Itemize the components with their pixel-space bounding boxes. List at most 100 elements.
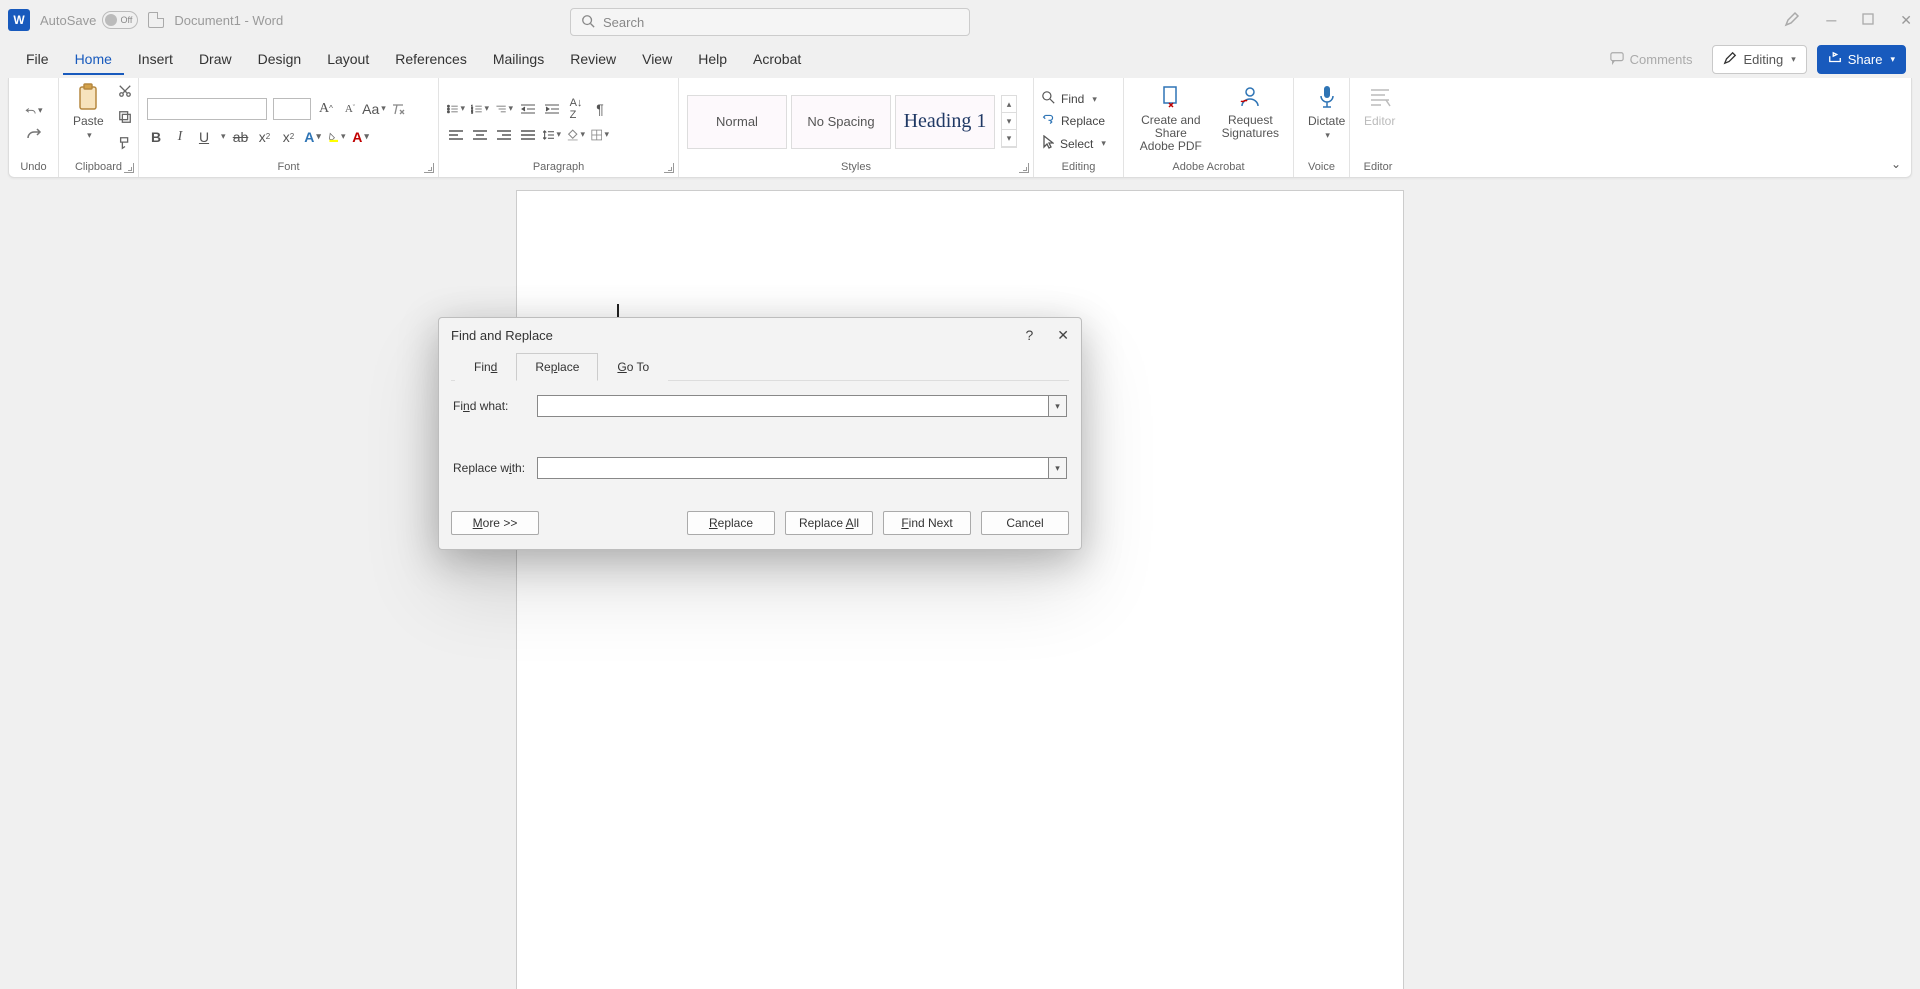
italic-button[interactable]: I <box>171 128 189 146</box>
replace-all-button[interactable]: Replace All <box>785 511 873 535</box>
dictate-button[interactable]: Dictate▾ <box>1302 82 1351 141</box>
styles-gallery-scroll[interactable]: ▴ ▾ ▾ <box>1001 95 1017 148</box>
maximize-button[interactable] <box>1862 12 1874 28</box>
shading-button[interactable]: ▾ <box>567 126 585 144</box>
group-label-paragraph: Paragraph <box>447 161 670 175</box>
font-name-combo[interactable] <box>147 98 267 120</box>
autosave-toggle[interactable]: AutoSave Off <box>40 11 138 29</box>
find-what-input[interactable] <box>537 395 1049 417</box>
comments-button[interactable]: Comments <box>1600 46 1703 73</box>
tab-references[interactable]: References <box>383 45 479 73</box>
save-icon[interactable] <box>148 12 164 28</box>
tab-file[interactable]: File <box>14 45 61 73</box>
scroll-up-icon[interactable]: ▴ <box>1002 96 1016 113</box>
group-label-font: Font <box>147 161 430 175</box>
find-what-dropdown[interactable]: ▾ <box>1049 395 1067 417</box>
select-button[interactable]: Select▾ <box>1042 135 1106 152</box>
scroll-down-icon[interactable]: ▾ <box>1002 113 1016 130</box>
dialog-help-button[interactable]: ? <box>1025 327 1033 344</box>
collapse-ribbon-button[interactable]: ⌄ <box>1891 157 1901 171</box>
multilevel-list-button[interactable]: ▾ <box>495 100 513 118</box>
dialog-close-button[interactable]: ✕ <box>1057 327 1069 344</box>
cancel-button[interactable]: Cancel <box>981 511 1069 535</box>
clear-formatting-button[interactable] <box>389 100 407 118</box>
styles-dialog-launcher[interactable] <box>1019 163 1029 173</box>
tab-layout[interactable]: Layout <box>315 45 381 73</box>
share-button[interactable]: Share ▾ <box>1817 45 1906 74</box>
group-paragraph: ▾ 123▾ ▾ A↓Z ¶ ▾ ▾ ▾ Paragraph <box>439 78 679 177</box>
style-heading1[interactable]: Heading 1 <box>895 95 995 149</box>
numbering-button[interactable]: 123▾ <box>471 100 489 118</box>
close-button[interactable]: ✕ <box>1900 12 1912 29</box>
text-effects-button[interactable]: A▾ <box>304 128 322 146</box>
group-label-clipboard: Clipboard <box>67 161 130 175</box>
increase-font-button[interactable]: A^ <box>317 100 335 118</box>
minimize-button[interactable]: ─ <box>1826 12 1836 28</box>
editing-mode-button[interactable]: Editing ▾ <box>1712 45 1806 74</box>
replace-with-input[interactable] <box>537 457 1049 479</box>
dialog-tab-replace[interactable]: Replace <box>516 353 598 381</box>
tab-help[interactable]: Help <box>686 45 739 73</box>
create-share-pdf-button[interactable]: Create and Share Adobe PDF <box>1132 82 1210 154</box>
borders-button[interactable]: ▾ <box>591 126 609 144</box>
show-marks-button[interactable]: ¶ <box>591 100 609 118</box>
page[interactable] <box>516 190 1404 989</box>
autosave-switch[interactable]: Off <box>102 11 138 29</box>
clipboard-dialog-launcher[interactable] <box>124 163 134 173</box>
group-label-editing: Editing <box>1042 161 1115 175</box>
bold-button[interactable]: B <box>147 128 165 146</box>
request-signatures-button[interactable]: Request Signatures <box>1216 82 1285 140</box>
align-right-button[interactable] <box>495 126 513 144</box>
subscript-button[interactable]: x2 <box>256 128 274 146</box>
decrease-font-button[interactable]: Aˇ <box>341 100 359 118</box>
highlight-button[interactable]: ▾ <box>328 128 346 146</box>
font-color-button[interactable]: A▾ <box>352 128 370 146</box>
tab-mailings[interactable]: Mailings <box>481 45 556 73</box>
tab-home[interactable]: Home <box>63 45 124 75</box>
editor-icon <box>1365 82 1395 112</box>
strikethrough-button[interactable]: ab <box>232 128 250 146</box>
editor-button[interactable]: Editor <box>1358 82 1401 128</box>
increase-indent-button[interactable] <box>543 100 561 118</box>
pen-icon[interactable] <box>1784 11 1800 30</box>
tab-review[interactable]: Review <box>558 45 628 73</box>
dialog-tab-goto[interactable]: Go To <box>598 353 668 381</box>
tab-design[interactable]: Design <box>246 45 314 73</box>
decrease-indent-button[interactable] <box>519 100 537 118</box>
replace-one-button[interactable]: Replace <box>687 511 775 535</box>
tab-acrobat[interactable]: Acrobat <box>741 45 813 73</box>
sort-button[interactable]: A↓Z <box>567 100 585 118</box>
align-center-button[interactable] <box>471 126 489 144</box>
underline-button[interactable]: U <box>195 128 213 146</box>
line-spacing-button[interactable]: ▾ <box>543 126 561 144</box>
find-button[interactable]: Find▾ <box>1042 91 1097 107</box>
paste-button[interactable]: Paste ▾ <box>67 82 110 141</box>
replace-button[interactable]: Replace <box>1042 113 1105 129</box>
justify-button[interactable] <box>519 126 537 144</box>
redo-button[interactable] <box>25 124 43 142</box>
copy-button[interactable] <box>116 108 134 126</box>
dialog-titlebar[interactable]: Find and Replace ? ✕ <box>439 318 1081 352</box>
paragraph-dialog-launcher[interactable] <box>664 163 674 173</box>
change-case-button[interactable]: Aa▾ <box>365 100 383 118</box>
style-normal[interactable]: Normal <box>687 95 787 149</box>
style-no-spacing[interactable]: No Spacing <box>791 95 891 149</box>
dialog-tab-find[interactable]: Find <box>455 353 516 381</box>
undo-button[interactable]: ▾ <box>25 102 43 120</box>
tab-insert[interactable]: Insert <box>126 45 185 73</box>
more-options-button[interactable]: More >> <box>451 511 539 535</box>
document-title: Document1 - Word <box>174 13 283 28</box>
font-size-combo[interactable] <box>273 98 311 120</box>
align-left-button[interactable] <box>447 126 465 144</box>
search-box[interactable]: Search <box>570 8 970 36</box>
tab-view[interactable]: View <box>630 45 684 73</box>
expand-gallery-icon[interactable]: ▾ <box>1002 130 1016 147</box>
cut-button[interactable] <box>116 82 134 100</box>
find-next-button[interactable]: Find Next <box>883 511 971 535</box>
format-painter-button[interactable] <box>116 134 134 152</box>
bullets-button[interactable]: ▾ <box>447 100 465 118</box>
font-dialog-launcher[interactable] <box>424 163 434 173</box>
replace-with-dropdown[interactable]: ▾ <box>1049 457 1067 479</box>
tab-draw[interactable]: Draw <box>187 45 244 73</box>
superscript-button[interactable]: x2 <box>280 128 298 146</box>
